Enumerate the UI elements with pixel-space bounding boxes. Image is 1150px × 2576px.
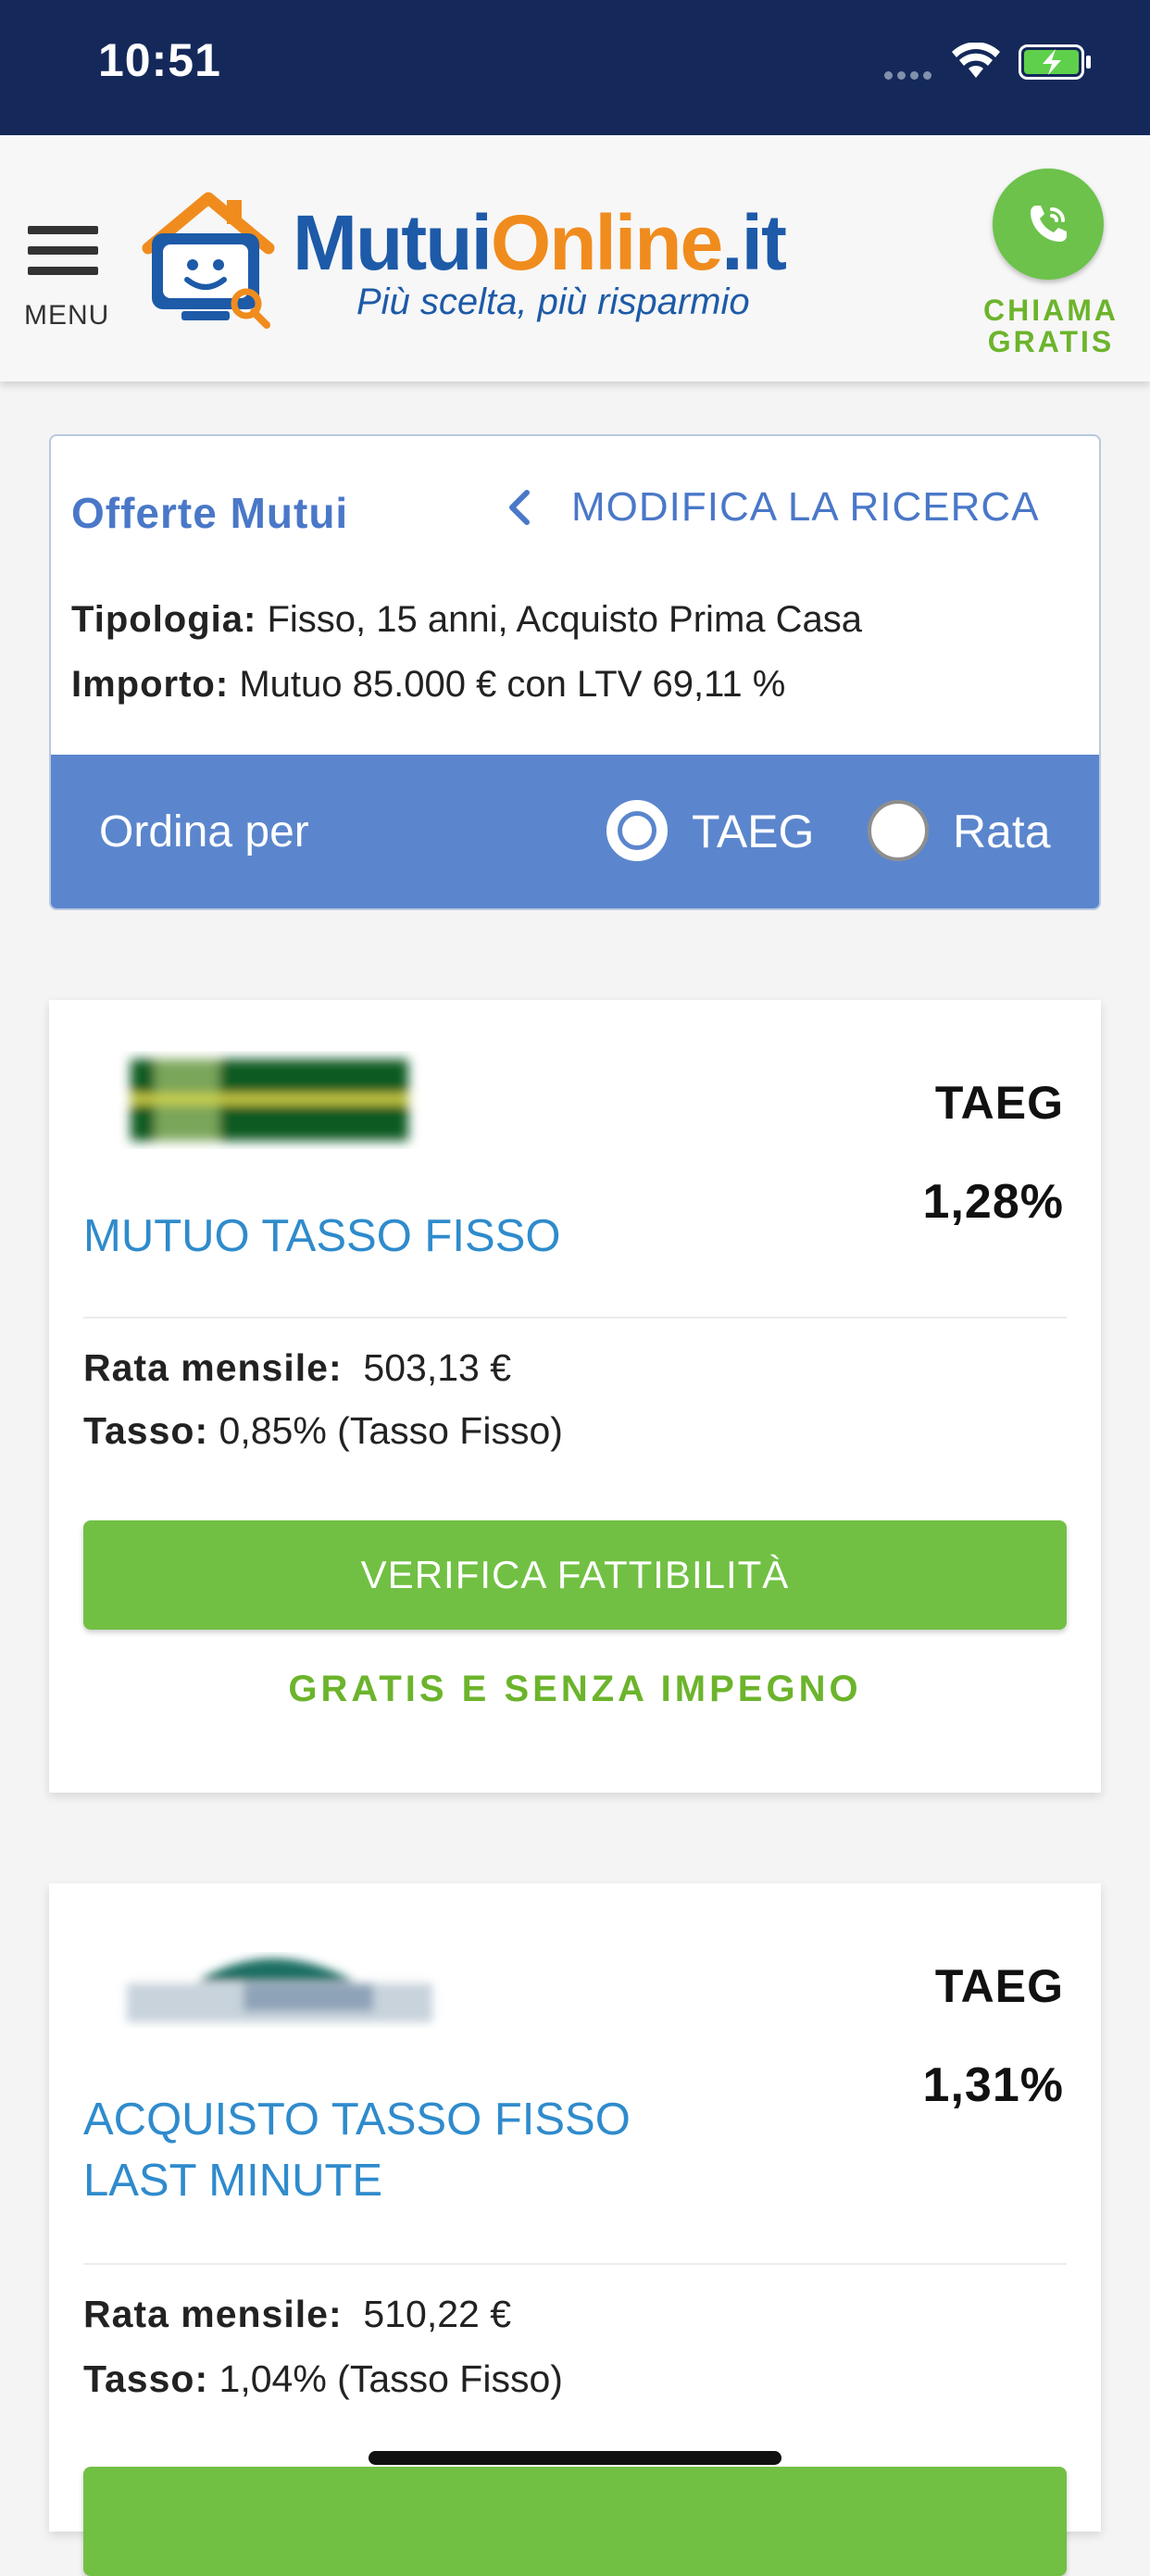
app-header: MENU MutuiOnline.it Più scelta, più risp…: [0, 135, 1150, 381]
menu-label: MENU: [24, 300, 110, 331]
offer-taeg-value: 1,31%: [922, 2058, 1064, 2112]
offer-divider: [83, 1317, 1067, 1319]
modify-search-button[interactable]: MODIFICA LA RICERCA: [505, 484, 1040, 531]
search-type: Tipologia: Fisso, 15 anni, Acquisto Prim…: [71, 599, 863, 640]
offer-interest-rate: Tasso: 0,85% (Tasso Fisso): [83, 1409, 563, 1452]
sort-taeg-label[interactable]: TAEG: [692, 805, 814, 858]
sort-rata-radio[interactable]: [868, 800, 929, 861]
offer-card: ACQUISTO TASSO FISSO LAST MINUTE TAEG 1,…: [49, 1883, 1101, 2576]
offer-interest-rate: Tasso: 1,04% (Tasso Fisso): [83, 2357, 563, 2400]
offer-monthly-rate: Rata mensile: 510,22 €: [83, 2293, 512, 2335]
offer-taeg-label: TAEG: [934, 1077, 1064, 1129]
sort-taeg-radio[interactable]: [606, 800, 668, 861]
search-amount: Importo: Mutuo 85.000 € con LTV 69,11 %: [71, 664, 786, 705]
modify-search-label: MODIFICA LA RICERCA: [571, 484, 1040, 530]
call-button[interactable]: [993, 169, 1104, 280]
chevron-left-icon: [509, 490, 530, 525]
search-summary-card: Offerte Mutui MODIFICA LA RICERCA Tipolo…: [49, 434, 1101, 910]
wifi-icon: [952, 43, 1000, 78]
offer-product-name[interactable]: ACQUISTO TASSO FISSO LAST MINUTE: [83, 2089, 631, 2211]
offers-title: Offerte Mutui: [71, 489, 349, 537]
sort-bar: Ordina per TAEG Rata: [51, 755, 1099, 908]
offer-divider: [83, 2263, 1067, 2265]
call-free-label[interactable]: CHIAMA GRATIS: [981, 294, 1120, 357]
status-bar: 10:51: [0, 0, 1150, 135]
offer-taeg-label: TAEG: [934, 1960, 1064, 2012]
status-time: 10:51: [98, 34, 221, 86]
logo-tagline: Più scelta, più risparmio: [356, 281, 750, 322]
menu-button[interactable]: MENU: [24, 219, 110, 331]
bank-logo: [131, 1059, 408, 1141]
sort-label: Ordina per: [99, 807, 309, 857]
verify-feasibility-button[interactable]: [83, 2467, 1067, 2576]
bank-logo: [127, 1958, 432, 2022]
offer-product-name[interactable]: MUTUO TASSO FISSO: [83, 1206, 560, 1267]
hamburger-icon: [28, 226, 98, 234]
sort-rata-label[interactable]: Rata: [953, 805, 1051, 858]
free-no-commitment-note: GRATIS E SENZA IMPEGNO: [288, 1669, 862, 1709]
offer-card: MUTUO TASSO FISSO TAEG 1,28% Rata mensil…: [49, 1000, 1101, 1793]
mutuionline-logo-icon: [142, 192, 275, 329]
offer-taeg-value: 1,28%: [922, 1175, 1064, 1229]
verify-feasibility-button[interactable]: VERIFICA FATTIBILITÀ: [83, 1520, 1067, 1630]
home-indicator[interactable]: [369, 2451, 781, 2465]
battery-charging-icon: [1019, 44, 1091, 80]
offer-monthly-rate: Rata mensile: 503,13 €: [83, 1346, 512, 1389]
cellular-signal-icon: [884, 68, 936, 84]
phone-icon: [1031, 206, 1067, 242]
logo-wordmark[interactable]: MutuiOnline.it: [293, 204, 787, 281]
